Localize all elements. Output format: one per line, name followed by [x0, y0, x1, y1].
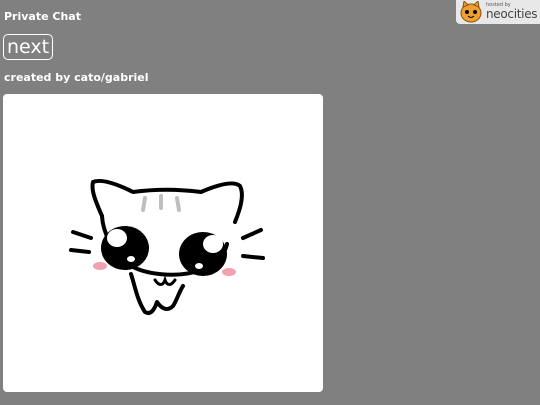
neocities-badge[interactable]: hosted by neocities	[456, 0, 540, 24]
whisker-right-bottom	[241, 254, 265, 260]
neocities-cat-icon	[460, 1, 482, 23]
page: Private Chat next created by cato/gabrie…	[0, 0, 540, 405]
kitten-eye-left	[101, 226, 149, 270]
blush-left	[93, 262, 107, 270]
kitten-mouth	[153, 275, 177, 286]
whisker-left-bottom	[69, 248, 91, 254]
drawing-panel	[3, 94, 323, 392]
forehead-stripes	[141, 194, 181, 212]
next-button[interactable]: next	[3, 34, 54, 60]
whisker-left-top	[71, 230, 93, 240]
kitten-eye-right	[179, 232, 227, 276]
blush-right	[222, 268, 236, 276]
kitten-drawing	[69, 179, 265, 315]
kitten-head-outline	[90, 179, 244, 224]
page-title: Private Chat	[4, 10, 81, 23]
badge-neocities-label: neocities	[486, 7, 538, 21]
credit-text: created by cato/gabriel	[4, 71, 149, 84]
whisker-right-top	[241, 228, 263, 240]
